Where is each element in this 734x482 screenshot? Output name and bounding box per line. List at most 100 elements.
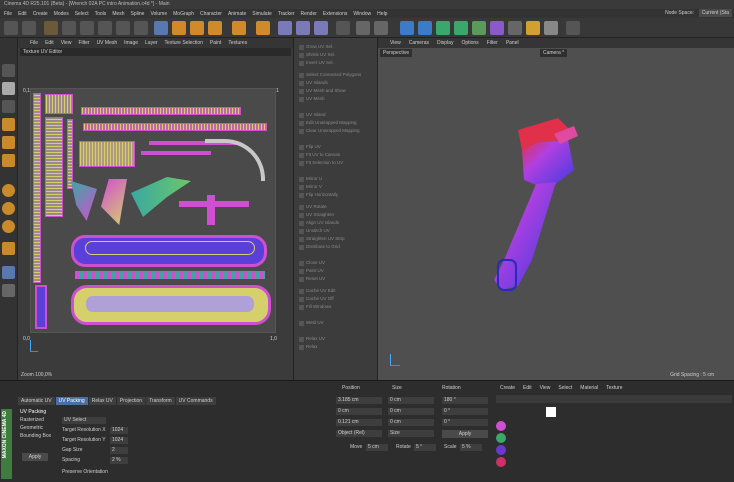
z-axis-icon[interactable] (314, 21, 328, 35)
uv-island[interactable] (33, 93, 41, 283)
uv-island[interactable] (45, 117, 63, 217)
position-x-input[interactable]: 3.185 cm (336, 397, 382, 404)
uv-edge-icon[interactable] (2, 220, 15, 233)
uv-menu-uvmesh[interactable]: UV Mesh (97, 40, 118, 46)
uv-cmd[interactable]: UV Straighten (298, 212, 372, 220)
uv-cmd[interactable]: Reset UV (298, 276, 372, 284)
uv-menu-layer[interactable]: Layer (145, 40, 158, 46)
uv-island[interactable] (85, 295, 255, 313)
uv-menu-edit[interactable]: Edit (45, 40, 54, 46)
light-icon[interactable] (526, 21, 540, 35)
cursor-icon[interactable] (62, 21, 76, 35)
pivot-icon[interactable] (232, 21, 246, 35)
vp-menu-display[interactable]: Display (437, 40, 453, 46)
uv-polygon-icon[interactable] (2, 202, 15, 215)
uv-cmd[interactable]: Align UV Islands (298, 220, 372, 228)
size-z-input[interactable]: 0 cm (388, 419, 434, 426)
tab-automatic-uv[interactable]: Automatic UV (18, 397, 55, 405)
uv-canvas[interactable] (30, 88, 276, 333)
uv-menu-textures[interactable]: Textures (228, 40, 247, 46)
uv-cmd[interactable]: Invert UV Sel. (298, 60, 372, 68)
rotation-p-input[interactable]: 0 ° (442, 408, 488, 415)
grid-icon[interactable] (566, 21, 580, 35)
rotation-h-input[interactable]: 180 ° (442, 397, 488, 404)
coordinate-system-icon[interactable] (336, 21, 350, 35)
uv-select-dropdown[interactable]: UV Select (62, 417, 106, 424)
point-mode-icon[interactable] (2, 118, 15, 131)
rotate-input[interactable]: 5 ° (414, 444, 436, 451)
vp-menu-cameras[interactable]: Cameras (409, 40, 429, 46)
uv-cmd[interactable]: Paint UV (298, 268, 372, 276)
menu-character[interactable]: Character (200, 11, 222, 17)
redo-icon[interactable] (22, 21, 36, 35)
material-swatch[interactable] (496, 457, 506, 467)
menu-volume[interactable]: Volume (150, 11, 167, 17)
uv-cmd[interactable]: Relax UV (298, 336, 372, 344)
obj-menu-material[interactable]: Material (580, 385, 598, 391)
pen-icon[interactable] (418, 21, 432, 35)
menu-select[interactable]: Select (75, 11, 89, 17)
gap-size-input[interactable]: 2 (110, 447, 128, 454)
uv-menu-texture-selection[interactable]: Texture Selection (165, 40, 203, 46)
uv-island[interactable] (67, 119, 73, 189)
menu-edit[interactable]: Edit (18, 11, 27, 17)
uv-cmd[interactable]: Unstitch UV (298, 228, 372, 236)
uv-cmd[interactable]: Shrink UV Sel. (298, 52, 372, 60)
position-z-input[interactable]: 0.121 cm (336, 419, 382, 426)
texture-mode-icon[interactable] (2, 100, 15, 113)
position-y-input[interactable]: 0 cm (336, 408, 382, 415)
edge-mode-icon[interactable] (2, 136, 15, 149)
menu-mesh[interactable]: Mesh (112, 11, 124, 17)
obj-menu-select[interactable]: Select (558, 385, 572, 391)
uv-cmd[interactable]: UV Islands (298, 80, 372, 88)
menu-extensions[interactable]: Extensions (323, 11, 347, 17)
option-bounding-box[interactable]: Bounding Box (20, 433, 51, 439)
uv-island[interactable] (81, 107, 241, 115)
object-search-bar[interactable] (496, 395, 732, 403)
tab-transform[interactable]: Transform (146, 397, 175, 405)
uv-cmd[interactable]: Edit Unwrapped Mapping (298, 120, 372, 128)
snap-icon[interactable] (256, 21, 270, 35)
menu-spline[interactable]: Spline (131, 11, 145, 17)
viewport-panel[interactable]: View Cameras Display Options Filter Pane… (377, 38, 734, 380)
uv-island[interactable] (141, 151, 211, 155)
polygon-mode-icon[interactable] (2, 154, 15, 167)
uv-cmd[interactable]: UV Rotate (298, 204, 372, 212)
option-rasterized[interactable]: Rasterized (20, 417, 44, 423)
menu-simulate[interactable]: Simulate (252, 11, 271, 17)
uv-menu-paint[interactable]: Paint (210, 40, 221, 46)
uv-packing-apply-button[interactable]: Apply (22, 453, 48, 461)
uv-island[interactable] (79, 141, 135, 167)
target-res-x-input[interactable]: 1024 (110, 427, 128, 434)
menu-help[interactable]: Help (377, 11, 387, 17)
live-select-icon[interactable] (44, 21, 58, 35)
uv-cmd[interactable]: Cache UV Off (298, 296, 372, 304)
menu-file[interactable]: File (4, 11, 12, 17)
uv-cmd[interactable]: Cache UV Edit (298, 288, 372, 296)
uv-cmd[interactable]: Fit UV to Canvas (298, 152, 372, 160)
scale-tool-icon[interactable] (208, 21, 222, 35)
uv-cmd[interactable]: Fill Windows (298, 304, 372, 312)
obj-menu-view[interactable]: View (540, 385, 551, 391)
menu-tracker[interactable]: Tracker (278, 11, 295, 17)
uv-menu-file[interactable]: File (30, 40, 38, 46)
uv-island[interactable] (45, 94, 73, 114)
tab-relax-uv[interactable]: Relax UV (88, 397, 116, 405)
tab-projection[interactable]: Projection (116, 397, 146, 405)
uv-point-icon[interactable] (2, 184, 15, 197)
uv-island[interactable] (101, 179, 127, 225)
select-rect-icon[interactable] (154, 21, 168, 35)
preserve-orientation-checkbox[interactable]: Preserve Orientation (62, 469, 108, 475)
deformer-icon[interactable] (472, 21, 486, 35)
material-swatch[interactable] (496, 445, 506, 455)
tab-uv-commands[interactable]: UV Commands (175, 397, 216, 405)
menu-create[interactable]: Create (33, 11, 48, 17)
uv-cmd[interactable]: Fit Selection to UV (298, 160, 372, 168)
obj-menu-create[interactable]: Create (500, 385, 515, 391)
rotation-b-input[interactable]: 0 ° (442, 419, 488, 426)
material-swatch[interactable] (496, 433, 506, 443)
obj-menu-texture[interactable]: Texture (606, 385, 622, 391)
uv-cmd[interactable]: Mirror U (298, 176, 372, 184)
size-y-input[interactable]: 0 cm (388, 408, 434, 415)
wrench-model[interactable] (478, 110, 608, 310)
